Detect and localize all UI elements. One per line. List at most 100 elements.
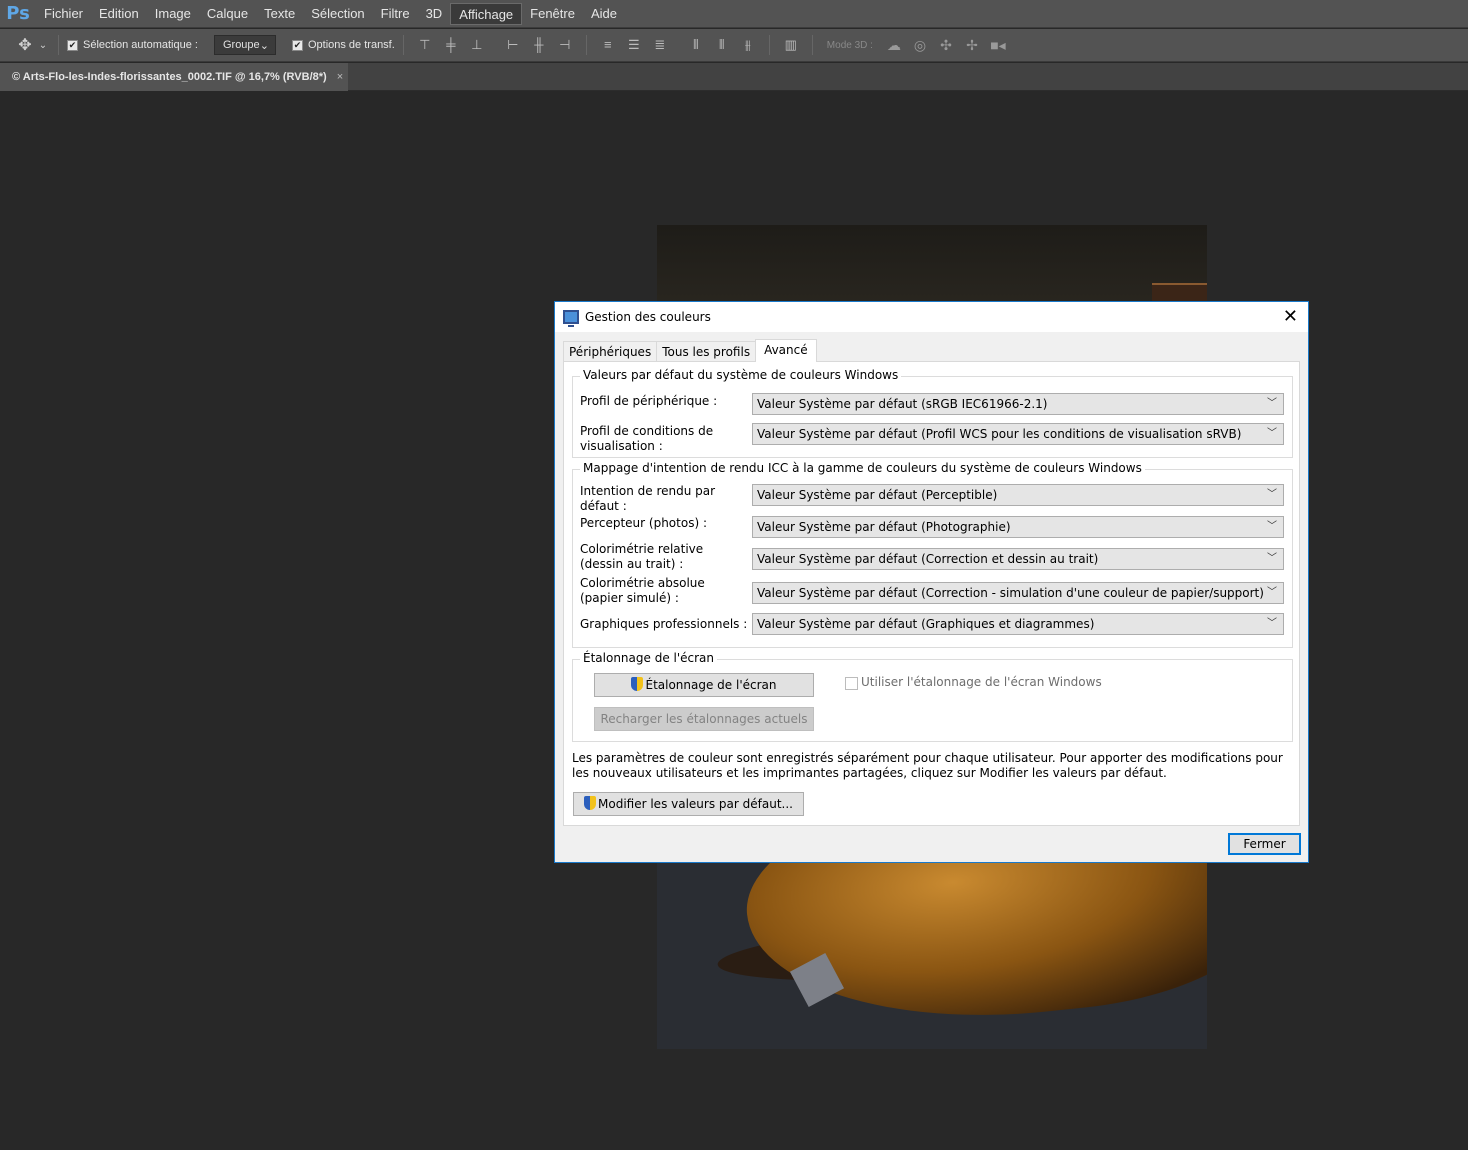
use-windows-calibration-label: Utiliser l'étalonnage de l'écran Windows: [861, 675, 1102, 689]
menu-3d[interactable]: 3D: [418, 3, 451, 25]
options-bar: ✥ ⌄ ✔ Sélection automatique : Groupe ⌄ ✔…: [0, 29, 1468, 62]
align-left-icon[interactable]: ⊢: [503, 36, 523, 54]
menu-fichier[interactable]: Fichier: [36, 3, 91, 25]
business-graphics-select[interactable]: Valeur Système par défaut (Graphiques et…: [752, 613, 1284, 635]
close-icon[interactable]: ×: [337, 71, 343, 83]
distribute-right-icon[interactable]: ⫵: [738, 36, 758, 54]
chevron-down-icon: ﹀: [1267, 553, 1277, 564]
chevron-down-icon: ﹀: [1267, 618, 1277, 629]
perceptual-label: Percepteur (photos) :: [580, 516, 707, 530]
close-button[interactable]: Fermer: [1228, 833, 1301, 855]
drag-3d-icon[interactable]: ✣: [935, 37, 957, 54]
business-graphics-value: Valeur Système par défaut (Graphiques et…: [757, 617, 1095, 631]
transform-controls-label: Options de transf.: [307, 39, 395, 51]
menu-texte[interactable]: Texte: [256, 3, 303, 25]
perceptual-value: Valeur Système par défaut (Photographie): [757, 520, 1011, 534]
viewing-conditions-label: Profil de conditions de visualisation :: [580, 424, 714, 453]
auto-select-value: Groupe: [222, 39, 260, 51]
rendering-intent-group: Mappage d'intention de rendu ICC à la ga…: [572, 461, 1293, 648]
tab-avance[interactable]: Avancé: [755, 339, 817, 362]
rotate-3d-icon[interactable]: ☁: [883, 37, 905, 54]
dialog-title-bar[interactable]: Gestion des couleurs ✕: [555, 302, 1308, 332]
calibrate-display-label: Étalonnage de l'écran: [645, 678, 777, 692]
modify-defaults-button[interactable]: Modifier les valeurs par défaut...: [573, 792, 804, 816]
photoshop-logo: Ps: [6, 3, 30, 24]
absolute-colorimetric-label: Colorimétrie absolue (papier simulé) :: [580, 576, 705, 605]
device-profile-value: Valeur Système par défaut (sRGB IEC61966…: [757, 397, 1048, 411]
menu-edition[interactable]: Edition: [91, 3, 147, 25]
roll-3d-icon[interactable]: ◎: [909, 37, 931, 54]
auto-select-checkbox[interactable]: ✔ Sélection automatique :: [67, 39, 198, 51]
auto-select-dropdown[interactable]: Groupe ⌄: [213, 35, 276, 55]
align-vertical-center-icon[interactable]: ╪: [441, 36, 461, 54]
chevron-down-icon: ﹀: [1267, 587, 1277, 598]
advanced-tab-panel: Valeurs par défaut du système de couleur…: [563, 361, 1300, 826]
transform-controls-checkbox[interactable]: ✔ Options de transf.: [291, 39, 395, 51]
close-icon[interactable]: ✕: [1283, 306, 1298, 327]
align-top-icon[interactable]: ⊤: [415, 36, 435, 54]
absolute-colorimetric-value: Valeur Système par défaut (Correction - …: [757, 586, 1264, 600]
tab-peripheriques[interactable]: Périphériques: [563, 341, 658, 362]
menu-selection[interactable]: Sélection: [303, 3, 372, 25]
checkbox-checked-icon[interactable]: ✔: [291, 39, 303, 51]
calibrate-display-button[interactable]: Étalonnage de l'écran: [594, 673, 814, 697]
distribute-vertical-center-icon[interactable]: ☰: [624, 36, 644, 54]
auto-align-layers-icon[interactable]: ▥: [781, 36, 801, 54]
chevron-down-icon[interactable]: ⌄: [36, 40, 50, 51]
tab-tous-les-profils[interactable]: Tous les profils: [656, 341, 757, 362]
chevron-down-icon: ﹀: [1267, 521, 1277, 532]
group-title: Mappage d'intention de rendu ICC à la ga…: [580, 461, 1145, 475]
align-right-icon[interactable]: ⊣: [555, 36, 575, 54]
slide-3d-icon[interactable]: ✢: [961, 37, 983, 54]
menu-fenetre[interactable]: Fenêtre: [522, 3, 583, 25]
menu-affichage[interactable]: Affichage: [450, 2, 523, 25]
distribute-left-icon[interactable]: ⫴: [686, 36, 706, 54]
mode-3d-label: Mode 3D :: [826, 39, 873, 51]
scale-3d-icon[interactable]: ■◂: [987, 37, 1009, 54]
divider: [585, 35, 587, 55]
device-profile-label: Profil de périphérique :: [580, 394, 718, 408]
default-intent-label: Intention de rendu par défaut :: [580, 484, 716, 513]
align-bottom-icon[interactable]: ⊥: [467, 36, 487, 54]
group-title: Étalonnage de l'écran: [580, 651, 718, 665]
relative-colorimetric-value: Valeur Système par défaut (Correction et…: [757, 552, 1099, 566]
divider: [402, 35, 404, 55]
default-intent-select[interactable]: Valeur Système par défaut (Perceptible) …: [752, 484, 1284, 506]
distribute-horizontal-center-icon[interactable]: ⦀: [712, 36, 732, 54]
dialog-tabs: Périphériques Tous les profils Avancé: [563, 339, 817, 362]
move-tool-icon[interactable]: ✥: [14, 35, 36, 55]
menu-image[interactable]: Image: [147, 3, 199, 25]
default-intent-value: Valeur Système par défaut (Perceptible): [757, 488, 998, 502]
distribute-top-icon[interactable]: ≡: [598, 36, 618, 54]
chevron-down-icon: ﹀: [1267, 489, 1277, 500]
use-windows-calibration-checkbox[interactable]: [845, 677, 858, 690]
document-tab-bar: © Arts-Flo-les-Indes-florissantes_0002.T…: [0, 63, 1468, 91]
viewing-conditions-value: Valeur Système par défaut (Profil WCS po…: [757, 427, 1242, 441]
perceptual-select[interactable]: Valeur Système par défaut (Photographie)…: [752, 516, 1284, 538]
color-management-dialog: Gestion des couleurs ✕ Périphériques Tou…: [554, 301, 1309, 863]
checkbox-checked-icon[interactable]: ✔: [67, 39, 78, 51]
absolute-colorimetric-select[interactable]: Valeur Système par défaut (Correction - …: [752, 582, 1284, 604]
relative-colorimetric-select[interactable]: Valeur Système par défaut (Correction et…: [752, 548, 1284, 570]
uac-shield-icon: [631, 677, 644, 691]
chevron-down-icon: ﹀: [1267, 428, 1277, 439]
device-profile-select[interactable]: Valeur Système par défaut (sRGB IEC61966…: [752, 393, 1284, 415]
menu-calque[interactable]: Calque: [199, 3, 256, 25]
divider: [58, 35, 59, 55]
menu-filtre[interactable]: Filtre: [373, 3, 418, 25]
auto-select-label: Sélection automatique :: [83, 39, 198, 51]
windows-defaults-group: Valeurs par défaut du système de couleur…: [572, 368, 1293, 458]
info-text: Les paramètres de couleur sont enregistr…: [572, 751, 1283, 780]
reload-calibrations-button[interactable]: Recharger les étalonnages actuels: [594, 707, 814, 731]
group-title: Valeurs par défaut du système de couleur…: [580, 368, 902, 382]
viewing-conditions-select[interactable]: Valeur Système par défaut (Profil WCS po…: [752, 423, 1284, 445]
divider: [768, 35, 770, 55]
chevron-down-icon: ﹀: [1267, 398, 1277, 409]
document-tab[interactable]: © Arts-Flo-les-Indes-florissantes_0002.T…: [0, 63, 348, 91]
modify-defaults-label: Modifier les valeurs par défaut...: [598, 797, 793, 811]
distribute-bottom-icon[interactable]: ≣: [650, 36, 670, 54]
menu-aide[interactable]: Aide: [583, 3, 625, 25]
display-calibration-group: Étalonnage de l'écran Étalonnage de l'éc…: [572, 651, 1293, 742]
align-horizontal-center-icon[interactable]: ╫: [529, 36, 549, 54]
divider: [811, 35, 813, 55]
